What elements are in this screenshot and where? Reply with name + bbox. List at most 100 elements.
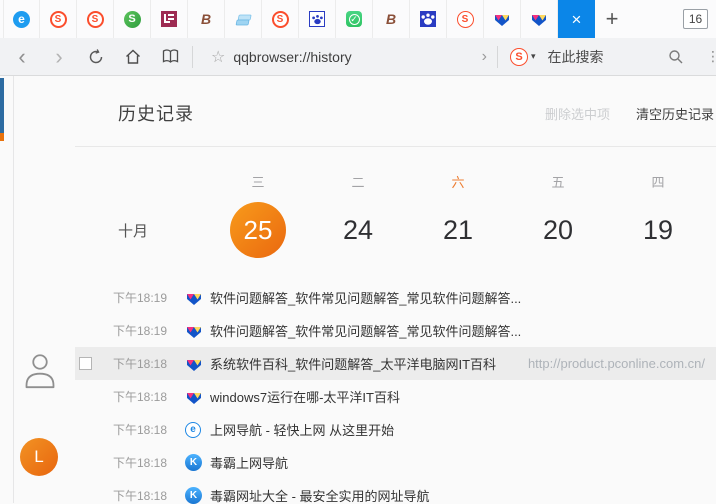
new-tab-button[interactable]: + bbox=[595, 0, 629, 38]
row-checkbox[interactable] bbox=[79, 357, 92, 370]
tab-pconline-2[interactable] bbox=[521, 0, 558, 38]
weekday-label: 三 bbox=[208, 172, 308, 190]
weekday-label: 二 bbox=[308, 172, 408, 190]
history-link[interactable]: 毒霸网址大全 - 最安全实用的网址导航 bbox=[210, 486, 430, 504]
search-engine-selector[interactable]: S ▾ bbox=[510, 48, 536, 66]
tab-soso-green[interactable]: S bbox=[114, 0, 151, 38]
search-submit-button[interactable] bbox=[668, 49, 684, 65]
e-browser-icon: e bbox=[13, 11, 30, 28]
timestamp: 下午18:18 bbox=[113, 454, 167, 471]
header-separator bbox=[75, 146, 716, 147]
tab-baidu-2[interactable] bbox=[410, 0, 447, 38]
day-number: 21 bbox=[443, 215, 473, 246]
tickets-icon bbox=[235, 11, 252, 28]
history-row[interactable]: 下午18:19 软件问题解答_软件常见问题解答_常见软件问题解答... bbox=[75, 281, 716, 314]
sidebar-avatar-button[interactable]: L bbox=[20, 438, 58, 476]
history-link[interactable]: 上网导航 - 轻快上网 从这里开始 bbox=[210, 420, 394, 439]
tab-pconline-1[interactable] bbox=[484, 0, 521, 38]
paw-icon bbox=[420, 11, 436, 27]
sogou-search-icon: S bbox=[510, 48, 528, 66]
history-page: L 历史记录 删除选中项 清空历史记录 十月 三 25 二 24 六 21 bbox=[0, 76, 716, 503]
history-row[interactable]: 下午18:18 K 毒霸网址大全 - 最安全实用的网址导航 bbox=[75, 479, 716, 504]
paw-icon bbox=[309, 11, 325, 27]
home-icon bbox=[124, 48, 142, 66]
date-21[interactable]: 六 21 bbox=[408, 172, 508, 258]
tab-count-badge[interactable]: 16 bbox=[683, 9, 708, 29]
toolbar: ‹ › ☆ qqbrowser://history › S ▾ 在此搜索 ⋮ bbox=[0, 38, 716, 76]
tab-kafan[interactable] bbox=[151, 0, 188, 38]
timestamp: 下午18:19 bbox=[113, 289, 167, 306]
address-expand-icon[interactable]: › bbox=[482, 48, 487, 66]
bookmarks-button[interactable] bbox=[158, 43, 182, 71]
book-icon bbox=[161, 48, 180, 65]
timestamp: 下午18:18 bbox=[113, 388, 167, 405]
history-row[interactable]: 下午18:18 K 毒霸上网导航 bbox=[75, 446, 716, 479]
tab-baidu-1[interactable] bbox=[299, 0, 336, 38]
day-number: 24 bbox=[343, 215, 373, 246]
timestamp: 下午18:18 bbox=[113, 487, 167, 504]
address-bar[interactable]: ☆ qqbrowser://history › bbox=[195, 47, 495, 67]
search-input[interactable]: 在此搜索 bbox=[548, 47, 604, 67]
history-row[interactable]: 下午18:19 软件问题解答_软件常见问题解答_常见软件问题解答... bbox=[75, 314, 716, 347]
pconline-icon bbox=[185, 388, 202, 405]
weekday-label: 六 bbox=[408, 172, 508, 190]
more-menu-icon[interactable]: ⋮ bbox=[706, 48, 714, 65]
timestamp: 下午18:19 bbox=[113, 322, 167, 339]
duba-icon: K bbox=[185, 487, 202, 504]
sogou-icon: S bbox=[457, 11, 474, 28]
date-24[interactable]: 二 24 bbox=[308, 172, 408, 258]
forward-button[interactable]: › bbox=[47, 43, 71, 71]
b-letter-icon: B bbox=[383, 11, 400, 28]
search-bar[interactable]: S ▾ 在此搜索 ⋮ bbox=[500, 38, 716, 75]
pconline-icon bbox=[494, 11, 511, 28]
history-row[interactable]: 下午18:18 windows7运行在哪-太平洋IT百科 bbox=[75, 380, 716, 413]
side-strip-blue bbox=[0, 78, 4, 133]
history-row-hovered[interactable]: 下午18:18 系统软件百科_软件问题解答_太平洋电脑网IT百科 http://… bbox=[75, 347, 716, 380]
app-market-icon: ✓ bbox=[346, 11, 362, 27]
refresh-button[interactable] bbox=[84, 43, 108, 71]
tab-sogou-1[interactable]: S bbox=[40, 0, 77, 38]
home-button[interactable] bbox=[121, 43, 145, 71]
forward-icon: › bbox=[55, 46, 62, 68]
tab-app-market[interactable]: ✓ bbox=[336, 0, 373, 38]
toolbar-divider bbox=[192, 46, 193, 68]
date-19[interactable]: 四 19 bbox=[608, 172, 708, 258]
tab-sogou-3[interactable]: S bbox=[262, 0, 299, 38]
delete-selected-button[interactable]: 删除选中项 bbox=[545, 104, 610, 123]
kafan-icon bbox=[161, 11, 177, 27]
weekday-label: 四 bbox=[608, 172, 708, 190]
history-row[interactable]: 下午18:18 e 上网导航 - 轻快上网 从这里开始 bbox=[75, 413, 716, 446]
history-link[interactable]: 系统软件百科_软件问题解答_太平洋电脑网IT百科 bbox=[210, 354, 496, 373]
history-link[interactable]: 毒霸上网导航 bbox=[210, 453, 288, 472]
clear-history-button[interactable]: 清空历史记录 bbox=[636, 104, 714, 123]
back-icon: ‹ bbox=[18, 46, 25, 68]
date-25[interactable]: 三 25 bbox=[208, 172, 308, 258]
timestamp: 下午18:18 bbox=[113, 421, 167, 438]
history-link[interactable]: windows7运行在哪-太平洋IT百科 bbox=[210, 387, 400, 406]
timestamp: 下午18:18 bbox=[113, 355, 167, 372]
history-link[interactable]: 软件问题解答_软件常见问题解答_常见软件问题解答... bbox=[210, 321, 521, 340]
pconline-icon bbox=[531, 11, 548, 28]
active-tab[interactable]: × bbox=[558, 0, 595, 38]
back-button[interactable]: ‹ bbox=[10, 43, 34, 71]
sogou-icon: S bbox=[87, 11, 104, 28]
tab-sogou-2[interactable]: S bbox=[77, 0, 114, 38]
tab-sogou-4[interactable]: S bbox=[447, 0, 484, 38]
month-label: 十月 bbox=[118, 220, 208, 258]
b-letter-icon: B bbox=[198, 11, 215, 28]
tab-tickets[interactable] bbox=[225, 0, 262, 38]
refresh-icon bbox=[87, 48, 105, 66]
person-icon bbox=[22, 352, 58, 390]
tab-e-browser[interactable]: e bbox=[3, 0, 40, 38]
history-link[interactable]: 软件问题解答_软件常见问题解答_常见软件问题解答... bbox=[210, 288, 521, 307]
tab-jb-2[interactable]: B bbox=[373, 0, 410, 38]
url-text[interactable]: qqbrowser://history bbox=[233, 49, 351, 65]
caret-down-icon: ▾ bbox=[531, 51, 536, 62]
tab-jb-1[interactable]: B bbox=[188, 0, 225, 38]
user-profile-button[interactable] bbox=[22, 352, 58, 395]
favorite-star-icon[interactable]: ☆ bbox=[211, 47, 225, 67]
close-tab-icon[interactable]: × bbox=[572, 11, 582, 28]
date-picker: 十月 三 25 二 24 六 21 五 20 四 19 bbox=[75, 172, 716, 258]
date-20[interactable]: 五 20 bbox=[508, 172, 608, 258]
green-s-icon: S bbox=[124, 11, 141, 28]
